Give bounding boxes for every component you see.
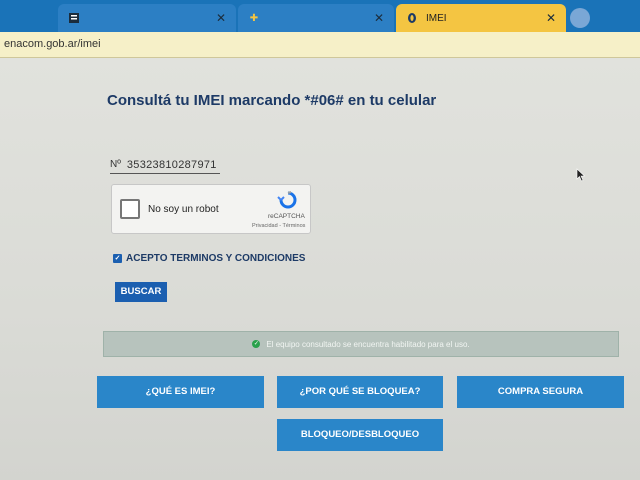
recaptcha-label: No soy un robot — [148, 204, 219, 215]
browser-tab-2[interactable]: ✚ ✕ — [238, 4, 394, 32]
safe-purchase-button[interactable]: COMPRA SEGURA — [457, 376, 624, 408]
status-message: El equipo consultado se encuentra habili… — [266, 339, 470, 349]
page-title: Consultá tu IMEI marcando *#06# en tu ce… — [107, 92, 437, 109]
browser-tab-strip: ✕ ✚ ✕ IMEI ✕ — [0, 0, 640, 34]
checkbox-checked-icon[interactable]: ✓ — [113, 254, 122, 263]
tab-title: IMEI — [426, 12, 447, 24]
crest-icon: ✚ — [249, 12, 259, 24]
url-text[interactable]: enacom.gob.ar/imei — [4, 38, 101, 50]
recaptcha-brand: reCAPTCHA — [268, 213, 305, 220]
browser-tab-1[interactable]: ✕ — [58, 4, 236, 32]
search-button[interactable]: BUSCAR — [115, 282, 167, 302]
recaptcha-links[interactable]: Privacidad - Términos — [252, 223, 305, 229]
imei-field[interactable]: Nº 35323810287971 — [110, 156, 220, 174]
close-icon[interactable]: ✕ — [546, 11, 556, 25]
recaptcha-checkbox[interactable] — [120, 199, 140, 219]
page-content: Consultá tu IMEI marcando *#06# en tu ce… — [0, 58, 640, 480]
close-icon[interactable]: ✕ — [216, 11, 226, 25]
mouse-cursor-icon — [576, 168, 586, 182]
imei-prefix: Nº — [110, 159, 121, 170]
terms-label: ACEPTO TERMINOS Y CONDICIONES — [126, 253, 306, 264]
avatar[interactable] — [570, 8, 590, 28]
status-banner: ✓ El equipo consultado se encuentra habi… — [103, 331, 619, 357]
check-circle-icon: ✓ — [252, 340, 261, 348]
recaptcha-widget: No soy un robot reCAPTCHA Privacidad - T… — [111, 184, 311, 234]
why-blocked-button[interactable]: ¿POR QUÉ SE BLOQUEA? — [277, 376, 443, 408]
recaptcha-logo-icon — [277, 191, 299, 209]
address-bar[interactable]: enacom.gob.ar/imei — [0, 32, 640, 58]
enacom-icon — [406, 12, 418, 24]
what-is-imei-button[interactable]: ¿QUÉ ES IMEI? — [97, 376, 264, 408]
terms-checkbox-row[interactable]: ✓ ACEPTO TERMINOS Y CONDICIONES — [113, 253, 305, 264]
browser-tab-imei[interactable]: IMEI ✕ — [396, 4, 566, 32]
imei-input[interactable]: 35323810287971 — [127, 159, 217, 171]
close-icon[interactable]: ✕ — [374, 11, 384, 25]
document-icon — [68, 12, 80, 24]
block-unblock-button[interactable]: BLOQUEO/DESBLOQUEO — [277, 419, 443, 451]
